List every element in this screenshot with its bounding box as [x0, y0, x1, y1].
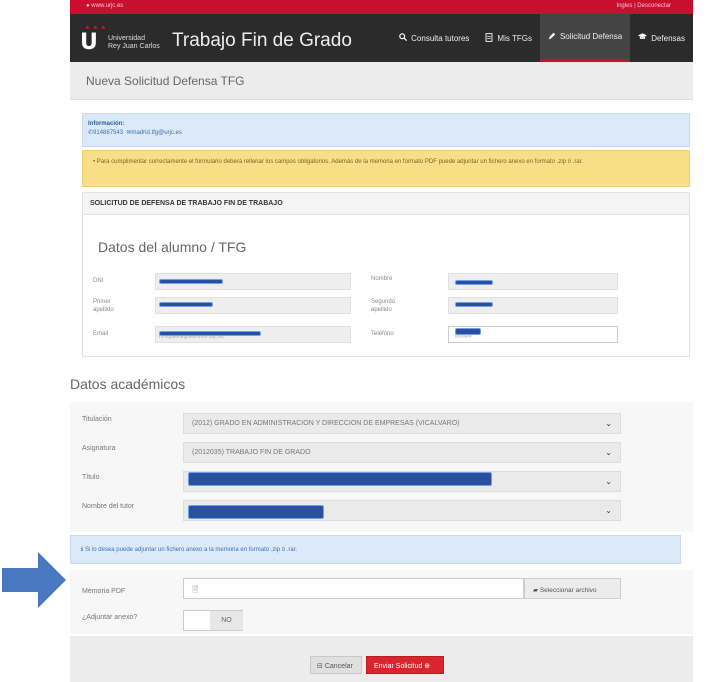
chevron-down-icon: ⌄: [605, 477, 612, 486]
redaction-bar: [188, 472, 492, 486]
attachment-hint-text: Si lo desea puede adjuntar un fichero an…: [84, 547, 298, 553]
nav-mis-tfgs[interactable]: Mis TFGs: [477, 14, 540, 62]
nav-menu: Consulta tutores Mis TFGs Solicitud Defe…: [391, 14, 693, 62]
info-icon: ℹ: [81, 547, 84, 553]
top-strip: ● www.urjc.es Ingles | Desconectar: [70, 0, 693, 14]
nav-defensas-label: Defensas: [651, 33, 685, 43]
cancel-label: Cancelar: [324, 663, 353, 670]
site-link-text: www.urjc.es: [91, 3, 124, 9]
info-email[interactable]: madrid.tfg@urjc.es: [131, 130, 181, 136]
redaction-bar: [455, 328, 481, 335]
redaction-bar: [455, 280, 493, 285]
nombre-label: Nombre: [371, 276, 393, 282]
search-icon: [399, 33, 408, 43]
asignatura-select[interactable]: (2012035) TRABAJO FIN DE GRADO ⌄: [183, 442, 621, 463]
titulacion-label: Titulación: [82, 416, 112, 423]
university-name-line1: Universidad: [108, 35, 145, 42]
info-phone: 914887543: [93, 130, 124, 136]
send-request-button[interactable]: Enviar Solicitud ⊕: [366, 656, 444, 674]
dni-label: DNI: [93, 278, 104, 284]
redaction-bar: [159, 302, 213, 307]
file-icon: 🗎: [192, 585, 199, 594]
form-footer: ⊟ Cancelar Enviar Solicitud ⊕: [70, 636, 693, 682]
nav-mis-tfgs-label: Mis TFGs: [497, 33, 532, 43]
adjuntar-anexo-label: ¿Adjuntar anexo?: [82, 614, 138, 621]
site-link[interactable]: ● www.urjc.es: [86, 3, 123, 9]
warning-text: Para cumplimentar correctamente el formu…: [96, 159, 584, 165]
redaction-bar: [188, 505, 324, 519]
academic-section-title: Datos académicos: [70, 376, 186, 392]
folder-icon: ▰: [533, 587, 538, 594]
send-label: Enviar Solicitud: [374, 663, 423, 670]
titulo-label: Título: [82, 474, 100, 481]
urjc-logo[interactable]: ▲▲▲ U: [80, 24, 107, 55]
nav-consulta-tutores[interactable]: Consulta tutores: [391, 14, 477, 62]
asignatura-label: Asignatura: [82, 445, 116, 452]
university-name-line2: Rey Juan Carlos: [108, 43, 160, 50]
nav-solicitud-defensa-label: Solicitud Defensa: [559, 32, 623, 41]
toggle-no: NO: [210, 611, 243, 630]
memoria-file-input[interactable]: 🗎: [183, 578, 524, 599]
segundo-apellido-label: Segundo apellido: [371, 299, 396, 313]
session-links[interactable]: Ingles | Desconectar: [616, 3, 671, 9]
chevron-down-icon: ⌄: [605, 506, 612, 515]
tutor-label: Nombre del tutor: [82, 503, 135, 510]
bullet-icon: •: [93, 159, 96, 165]
chevron-down-icon: ⌄: [605, 448, 612, 457]
academic-form: Titulación (2012) GRADO EN ADMINISTRACIO…: [70, 402, 693, 532]
nav-consulta-tutores-label: Consulta tutores: [411, 33, 470, 43]
asignatura-value: (2012035) TRABAJO FIN DE GRADO: [192, 449, 311, 456]
upload-section: Memoria PDF 🗎 ▰ Seleccionar archivo ¿Adj…: [70, 570, 693, 634]
document-icon: [485, 32, 493, 44]
warning-box: • Para cumplimentar correctamente el for…: [82, 150, 690, 187]
info-box: Información: ✆914887543 ✉madrid.tfg@urjc…: [82, 113, 690, 147]
attachment-hint: ℹ Si lo desea puede adjuntar un fichero …: [70, 535, 681, 564]
pointer-arrow-icon: [2, 552, 66, 608]
card-header: SOLICITUD DE DEFENSA DE TRABAJO FIN DE T…: [83, 193, 689, 215]
student-section-title: Datos del alumno / TFG: [98, 239, 247, 255]
email-label: Email: [93, 331, 109, 337]
app-title[interactable]: Trabajo Fin de Grado: [172, 30, 352, 52]
anexo-toggle[interactable]: NO: [183, 610, 243, 631]
redaction-bar: [159, 331, 261, 336]
primer-apellido-label: Primer apellido: [93, 299, 114, 313]
nav-solicitud-defensa[interactable]: Solicitud Defensa: [539, 14, 631, 62]
select-file-button[interactable]: ▰ Seleccionar archivo: [524, 578, 621, 599]
pencil-icon: [548, 32, 556, 42]
navbar: ▲▲▲ U Universidad Rey Juan Carlos Trabaj…: [70, 14, 693, 62]
graduation-cap-icon: [638, 33, 648, 43]
cancel-button[interactable]: ⊟ Cancelar: [310, 656, 362, 674]
cancel-icon: ⊟: [317, 663, 323, 670]
page-header: Nueva Solicitud Defensa TFG: [70, 62, 693, 100]
chevron-down-icon: ⌄: [605, 419, 612, 428]
redaction-bar: [159, 279, 223, 284]
logo-u-letter: U: [80, 30, 98, 55]
send-icon: ⊕: [424, 663, 431, 670]
redaction-bar: [455, 302, 493, 307]
page-title: Nueva Solicitud Defensa TFG: [86, 74, 245, 88]
university-name: Universidad Rey Juan Carlos: [108, 35, 160, 51]
nav-defensas[interactable]: Defensas: [630, 14, 693, 62]
student-card: SOLICITUD DE DEFENSA DE TRABAJO FIN DE T…: [82, 192, 690, 357]
telefono-label: Teléfono: [371, 331, 394, 337]
memoria-label: Memoria PDF: [82, 588, 126, 595]
titulacion-select[interactable]: (2012) GRADO EN ADMINISTRACION Y DIRECCI…: [183, 413, 621, 434]
titulacion-value: (2012) GRADO EN ADMINISTRACION Y DIRECCI…: [192, 420, 460, 427]
select-file-label: Seleccionar archivo: [539, 587, 597, 594]
info-heading: Información:: [88, 121, 125, 127]
